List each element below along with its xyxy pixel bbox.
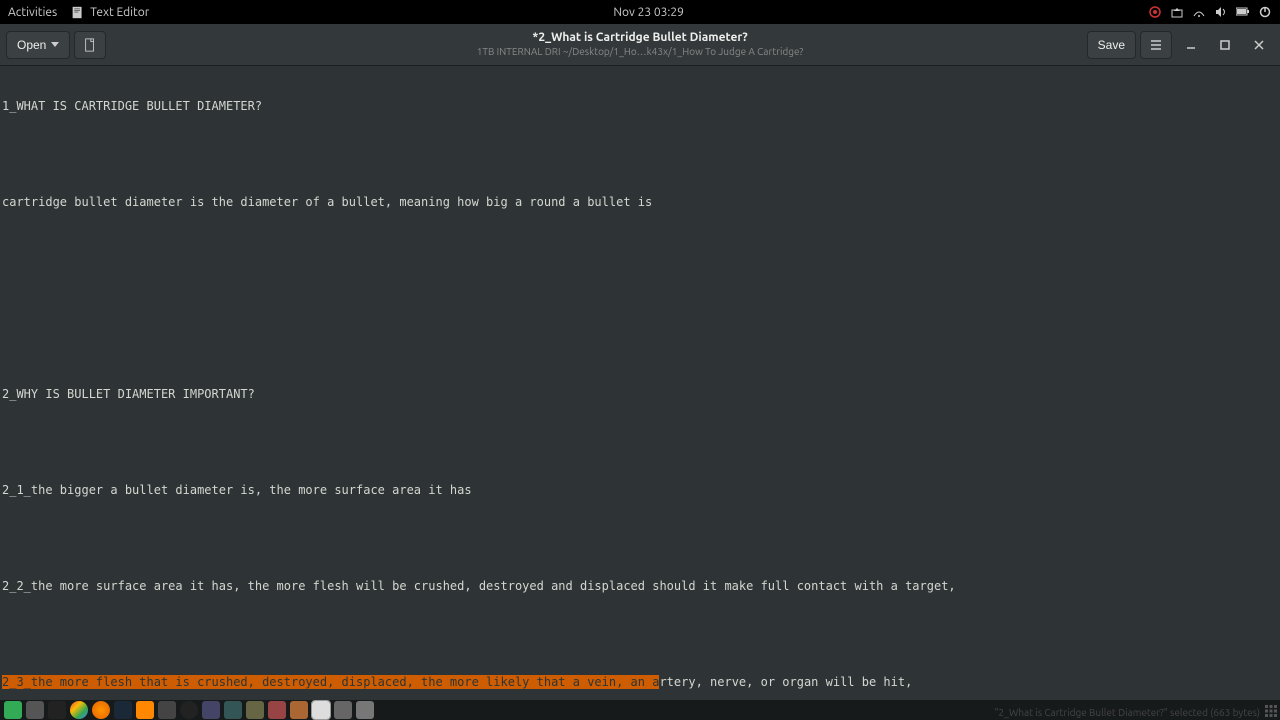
volume-icon[interactable]: [1214, 5, 1228, 19]
activities-button[interactable]: Activities: [8, 6, 57, 19]
dock-app-6[interactable]: [290, 701, 308, 719]
minimize-button[interactable]: [1176, 31, 1206, 59]
text-after-selection: rtery, nerve, or organ will be hit,: [659, 675, 912, 689]
text-line: cartridge bullet diameter is the diamete…: [2, 190, 1278, 214]
text-editor-area[interactable]: 1_WHAT IS CARTRIDGE BULLET DIAMETER? car…: [0, 66, 1280, 700]
text-line: [2, 334, 1278, 358]
dock-firefox[interactable]: [92, 701, 110, 719]
text-line: [2, 622, 1278, 646]
document-path: 1TB INTERNAL DRI ~/Desktop/1_Ho…k43x/1_H…: [477, 46, 803, 58]
document-title: *2_What is Cartridge Bullet Diameter?: [477, 31, 803, 45]
dock-files[interactable]: [26, 701, 44, 719]
dock-app-8[interactable]: [356, 701, 374, 719]
dock-app-7[interactable]: [334, 701, 352, 719]
dock-vlc[interactable]: [136, 701, 154, 719]
text-line: 1_WHAT IS CARTRIDGE BULLET DIAMETER?: [2, 94, 1278, 118]
dock-app-5[interactable]: [268, 701, 286, 719]
text-line: [2, 238, 1278, 262]
dock-text-editor[interactable]: [312, 701, 330, 719]
update-icon[interactable]: [1170, 5, 1184, 19]
clock[interactable]: Nov 23 03:29: [149, 6, 1148, 19]
selected-text: 2_3_the more flesh that is crushed, dest…: [2, 675, 659, 689]
open-button[interactable]: Open: [6, 31, 70, 59]
close-button[interactable]: [1244, 31, 1274, 59]
hamburger-menu-button[interactable]: [1140, 31, 1172, 59]
dock-app-1[interactable]: [158, 701, 176, 719]
text-line: [2, 526, 1278, 550]
text-line: [2, 430, 1278, 454]
power-icon[interactable]: [1258, 5, 1272, 19]
dock-terminal[interactable]: [48, 701, 66, 719]
dock: [4, 701, 374, 719]
dock-chrome[interactable]: [70, 701, 88, 719]
app-menu[interactable]: Text Editor: [71, 6, 149, 19]
new-document-button[interactable]: [74, 31, 106, 59]
dock-app-2[interactable]: [202, 701, 220, 719]
text-line: [2, 142, 1278, 166]
network-icon[interactable]: [1192, 5, 1206, 19]
text-line-selection: 2_3_the more flesh that is crushed, dest…: [2, 670, 1278, 694]
screen-record-icon[interactable]: [1148, 5, 1162, 19]
dock-app-4[interactable]: [246, 701, 264, 719]
chevron-down-icon: [51, 42, 59, 47]
open-label: Open: [17, 38, 46, 52]
text-line: 2_2_the more surface area it has, the mo…: [2, 574, 1278, 598]
dock-app-3[interactable]: [224, 701, 242, 719]
text-line: 2_WHY IS BULLET DIAMETER IMPORTANT?: [2, 382, 1278, 406]
maximize-button[interactable]: [1210, 31, 1240, 59]
dock-obs[interactable]: [180, 701, 198, 719]
battery-icon[interactable]: [1236, 5, 1250, 19]
text-editor-icon: [71, 6, 84, 19]
dock-steam[interactable]: [114, 701, 132, 719]
save-button[interactable]: Save: [1087, 31, 1136, 59]
dock-show-desktop[interactable]: [4, 701, 22, 719]
app-menu-label: Text Editor: [90, 6, 149, 19]
text-line: [2, 286, 1278, 310]
text-line: 2_1_the bigger a bullet diameter is, the…: [2, 478, 1278, 502]
